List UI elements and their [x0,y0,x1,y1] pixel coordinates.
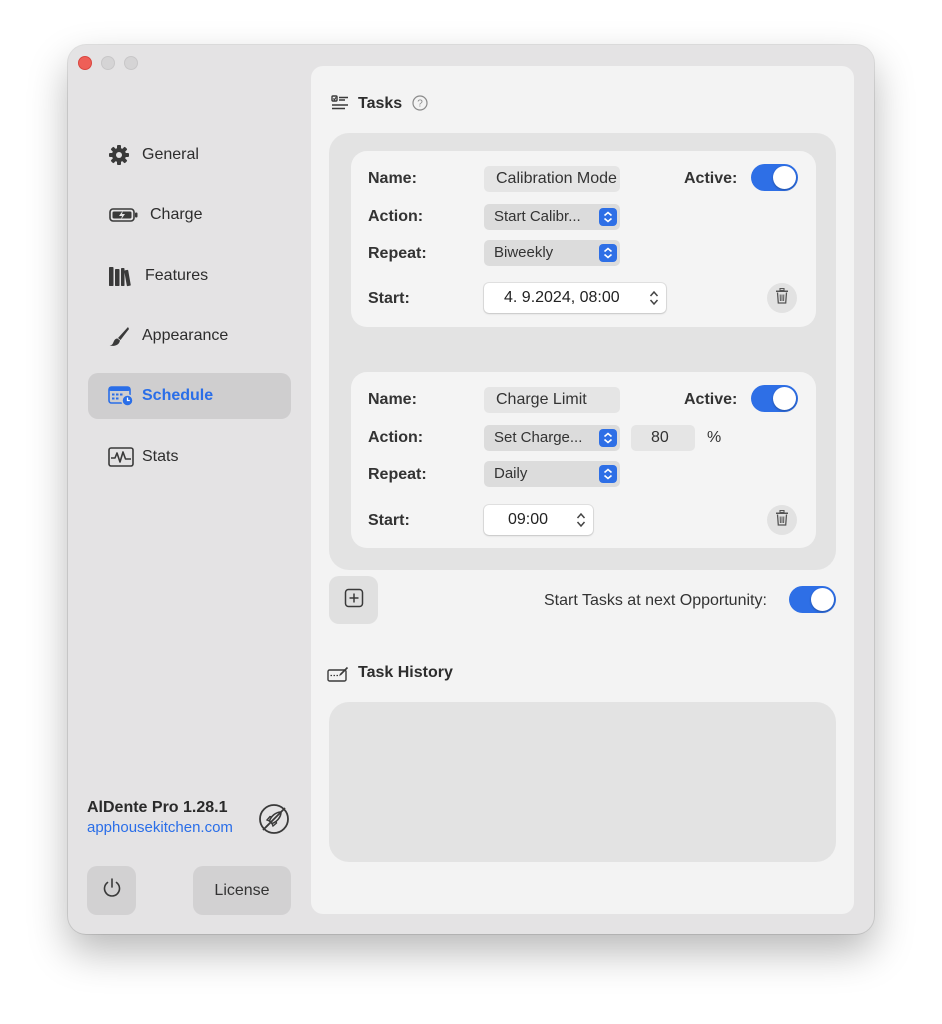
sidebar-item-general[interactable]: General [88,132,291,178]
task-active-toggle[interactable] [751,385,798,412]
task-card: Name: Charge Limit Active: Action: Set C… [351,372,816,548]
sidebar-item-label: Features [145,267,209,284]
sidebar-item-label: Charge [150,206,203,223]
website-link[interactable]: apphousekitchen.com [87,819,233,836]
schedule-panel: Tasks ? Name: Calibration Mode Active: A… [311,66,854,914]
sidebar-item-schedule[interactable]: Schedule [88,373,291,419]
sidebar-item-label: Stats [142,448,179,465]
repeat-label: Repeat: [368,466,427,483]
action-popup[interactable]: Start Calibr... [484,204,620,230]
task-name-field[interactable]: Charge Limit [484,387,620,413]
charge-limit-field[interactable]: 80 [631,425,695,451]
start-label: Start: [368,512,410,529]
start-value: 09:00 [508,511,549,528]
delete-task-button[interactable] [767,283,797,313]
start-value: 4. 9.2024, 08:00 [504,289,620,306]
chevron-up-down-icon [599,208,617,226]
tasks-title: Tasks [358,95,403,112]
help-icon[interactable]: ? [412,95,428,116]
task-history-list [329,702,836,862]
books-icon [108,265,132,287]
start-label: Start: [368,290,410,307]
repeat-popup[interactable]: Biweekly [484,240,620,266]
repeat-popup[interactable]: Daily [484,461,620,487]
plus-square-icon [344,588,364,613]
repeat-value: Biweekly [494,244,554,261]
action-value: Start Calibr... [494,208,581,225]
history-log-icon [327,665,349,688]
delete-task-button[interactable] [767,505,797,535]
action-label: Action: [368,208,424,225]
action-label: Action: [368,429,424,446]
sidebar-item-label: Appearance [142,327,229,344]
active-label: Active: [684,391,738,408]
task-active-toggle[interactable] [751,164,798,191]
window-close-button[interactable] [78,56,92,70]
window-zoom-button[interactable] [124,56,138,70]
action-popup[interactable]: Set Charge... [484,425,620,451]
chevron-up-down-icon [599,429,617,447]
license-button[interactable]: License [193,866,291,915]
paintbrush-icon [108,325,130,347]
repeat-value: Daily [494,465,528,482]
add-task-button[interactable] [329,576,378,624]
sidebar-item-stats[interactable]: Stats [88,434,291,480]
sidebar-item-charge[interactable]: Charge [88,192,291,238]
next-opportunity-label: Start Tasks at next Opportunity: [544,592,767,609]
sidebar-item-label: General [142,146,199,163]
name-label: Name: [368,170,417,187]
start-time-picker[interactable]: 09:00 [484,505,593,535]
app-window: General Charge Features Appearance Sched… [68,45,874,934]
task-card: Name: Calibration Mode Active: Action: S… [351,151,816,327]
power-icon [101,877,123,904]
repeat-label: Repeat: [368,245,427,262]
app-version: AlDente Pro 1.28.1 [87,799,228,816]
stepper-icon[interactable] [575,510,587,535]
sidebar-item-features[interactable]: Features [88,253,291,299]
sidebar-item-label: Schedule [142,387,214,404]
next-opportunity-toggle[interactable] [789,586,836,613]
chevron-up-down-icon [599,244,617,262]
trash-icon [775,509,789,531]
rocket-icon [258,803,290,835]
quit-button[interactable] [87,866,136,915]
battery-charging-icon [109,207,139,223]
waveform-chart-icon [108,447,134,467]
gear-icon [108,144,130,166]
chevron-up-down-icon [599,465,617,483]
task-history-title: Task History [358,664,453,681]
svg-text:?: ? [417,99,423,110]
calendar-clock-icon [108,385,134,407]
trash-icon [775,287,789,309]
stepper-icon[interactable] [648,288,660,313]
sidebar-item-appearance[interactable]: Appearance [88,313,291,359]
task-list-icon [331,95,349,116]
name-label: Name: [368,391,417,408]
window-minimize-button[interactable] [101,56,115,70]
active-label: Active: [684,170,738,187]
action-value: Set Charge... [494,429,583,446]
start-date-picker[interactable]: 4. 9.2024, 08:00 [484,283,666,313]
task-name-field[interactable]: Calibration Mode [484,166,620,192]
percent-unit: % [707,429,722,446]
tasks-list: Name: Calibration Mode Active: Action: S… [329,133,836,570]
